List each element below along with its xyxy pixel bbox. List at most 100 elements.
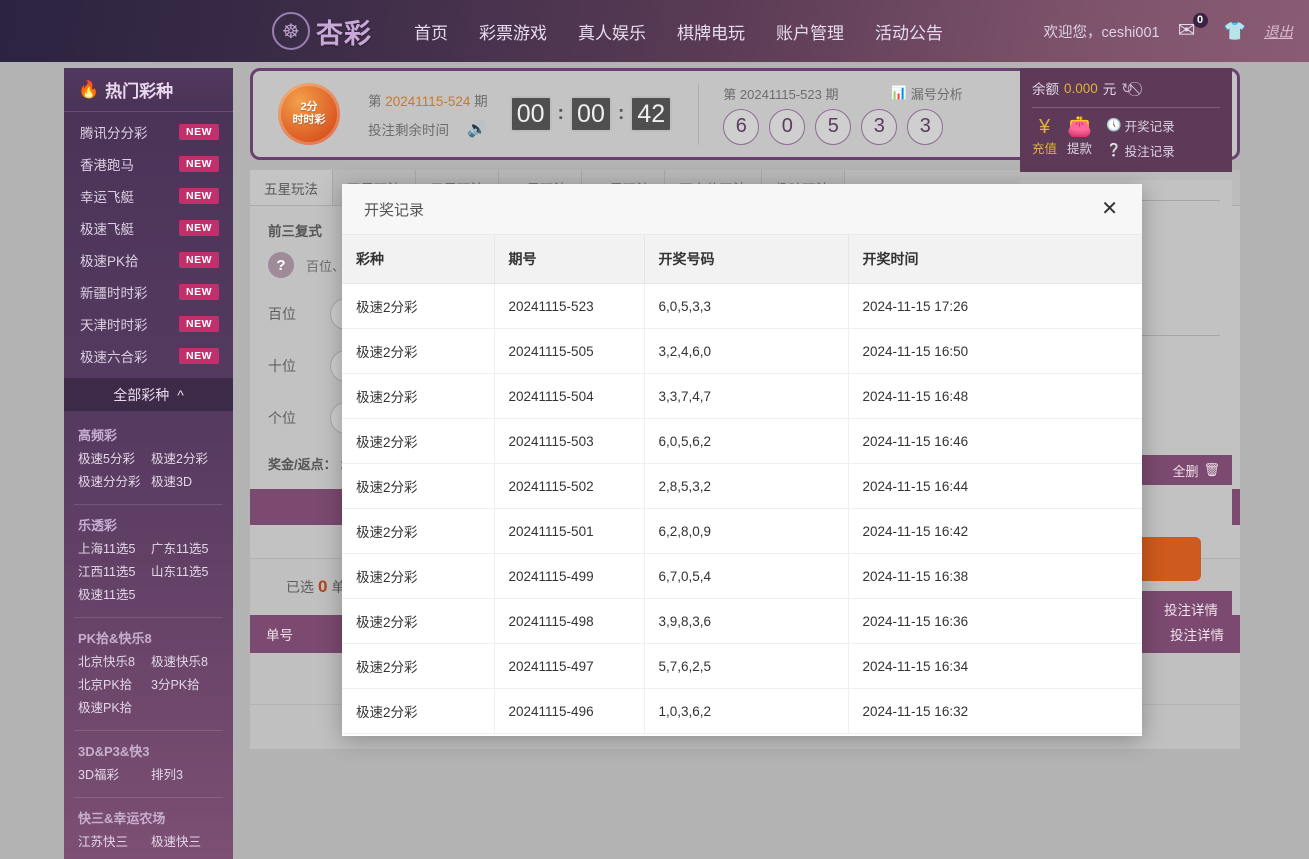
table-row: 极速2分彩 20241115-505 3,2,4,6,0 2024-11-15 … xyxy=(342,329,1142,374)
records-col-detail[interactable]: 投注详情 xyxy=(1170,624,1224,644)
cell-lottery-type: 极速2分彩 xyxy=(342,644,494,689)
nav-item-account[interactable]: 账户管理 xyxy=(776,19,844,44)
cat-link[interactable]: 排列3 xyxy=(151,764,224,787)
divider xyxy=(74,504,223,505)
cell-numbers: 1,0,3,6,2 xyxy=(644,689,848,734)
table-row: 极速2分彩 20241115-504 3,3,7,4,7 2024-11-15 … xyxy=(342,374,1142,419)
cell-numbers: 6,7,0,5,4 xyxy=(644,554,848,599)
close-icon[interactable]: ✕ xyxy=(1095,195,1124,223)
cell-numbers: 6,2,8,0,9 xyxy=(644,509,848,554)
balance-links: 🕔 开奖记录 ❔ 投注记录 xyxy=(1106,116,1175,160)
cat-link[interactable]: 山东11选5 xyxy=(151,561,224,584)
cell-lottery-type: 极速2分彩 xyxy=(342,374,494,419)
sidebar-item-speedairship[interactable]: 极速飞艇 NEW xyxy=(64,212,233,244)
divider xyxy=(1032,107,1220,108)
nav-item-lottery-games[interactable]: 彩票游戏 xyxy=(479,19,547,44)
sidebar-item-luckyairship[interactable]: 幸运飞艇 NEW xyxy=(64,180,233,212)
site-logo[interactable]: ☸ 杏彩 xyxy=(272,12,372,51)
cat-link[interactable]: 极速5分彩 xyxy=(78,448,151,471)
sidebar-item-label: 新疆时时彩 xyxy=(80,282,148,302)
cat-link[interactable]: 极速11选5 xyxy=(78,584,151,607)
recharge-button[interactable]: ¥ 充值 xyxy=(1032,116,1057,158)
cat-link[interactable]: 江苏快三 xyxy=(78,831,151,854)
cat-link[interactable]: 极速3D xyxy=(151,471,224,494)
mail-count-badge: 0 xyxy=(1193,13,1208,28)
draw-record-link[interactable]: 🕔 开奖记录 xyxy=(1106,116,1175,135)
missing-analysis-link[interactable]: 📊 漏号分析 xyxy=(891,84,963,103)
cell-issue: 20241115-496 xyxy=(494,689,644,734)
remaining-label: 投注剩余时间 xyxy=(368,119,449,139)
countdown-hours: 00 xyxy=(510,96,552,132)
draw-ball: 6 xyxy=(723,109,759,145)
cat-link[interactable]: 北京快乐8 xyxy=(78,651,151,674)
tshirt-icon[interactable]: 👕 xyxy=(1224,21,1246,42)
all-categories-label: 全部彩种 xyxy=(113,385,169,405)
cell-lottery-type: 极速2分彩 xyxy=(342,554,494,599)
top-header: ☸ 杏彩 首页 彩票游戏 真人娱乐 棋牌电玩 账户管理 活动公告 欢迎您，ces… xyxy=(0,0,1309,62)
cell-time: 2024-11-15 16:36 xyxy=(848,599,1142,644)
delete-all-label: 全删 xyxy=(1172,461,1198,480)
balance-card: 余额 0.000 元 ↻ ⃠ ¥ 充值 👛 提款 🕔 xyxy=(1020,68,1232,172)
question-circle-icon: ❔ xyxy=(1106,143,1122,158)
welcome-text: 欢迎您，ceshi001 xyxy=(1044,21,1160,42)
cat-link[interactable]: 北京PK拾 xyxy=(78,674,151,697)
sidebar-item-label: 香港跑马 xyxy=(80,154,134,174)
cell-numbers: 6,0,5,6,2 xyxy=(644,419,848,464)
cat-link[interactable]: 上海11选5 xyxy=(78,538,151,561)
col-issue: 期号 xyxy=(494,235,644,284)
nav-item-live-casino[interactable]: 真人娱乐 xyxy=(578,19,646,44)
cat-link[interactable]: 极速分分彩 xyxy=(78,471,151,494)
nav-item-announcements[interactable]: 活动公告 xyxy=(875,19,943,44)
sidebar-item-hkrace[interactable]: 香港跑马 NEW xyxy=(64,148,233,180)
coin-line2: 时时彩 xyxy=(293,114,326,127)
divider xyxy=(74,797,223,798)
help-icon[interactable]: ? xyxy=(268,252,294,278)
category-title: 高频彩 xyxy=(64,421,233,448)
new-badge: NEW xyxy=(179,188,219,204)
cell-numbers: 3,3,7,4,7 xyxy=(644,374,848,419)
withdraw-button[interactable]: 👛 提款 xyxy=(1067,116,1092,158)
mail-button[interactable]: ✉ 0 xyxy=(1178,20,1206,42)
sidebar-item-speedpk10[interactable]: 极速PK拾 NEW xyxy=(64,244,233,276)
draw-record-modal: 开奖记录 ✕ 彩种 期号 开奖号码 开奖时间 极速2分彩 20241115-52… xyxy=(342,184,1142,736)
cell-numbers: 6,0,5,3,3 xyxy=(644,284,848,329)
nav-item-chess-games[interactable]: 棋牌电玩 xyxy=(677,19,745,44)
prev-prefix: 第 xyxy=(723,87,736,102)
sidebar-item-speedmark6[interactable]: 极速六合彩 NEW xyxy=(64,340,233,372)
tab-five-star[interactable]: 五星玩法 xyxy=(250,170,333,205)
cat-link[interactable]: 极速快三 xyxy=(151,831,224,854)
draw-record-table: 彩种 期号 开奖号码 开奖时间 极速2分彩 20241115-523 6,0,5… xyxy=(342,235,1142,734)
sidebar: 🔥 热门彩种 腾讯分分彩 NEW 香港跑马 NEW 幸运飞艇 NEW 极速飞艇 … xyxy=(64,68,233,859)
sidebar-item-tencent[interactable]: 腾讯分分彩 NEW xyxy=(64,116,233,148)
cat-link[interactable]: 极速PK拾 xyxy=(78,697,151,720)
table-row: 极速2分彩 20241115-499 6,7,0,5,4 2024-11-15 … xyxy=(342,554,1142,599)
divider xyxy=(74,730,223,731)
sidebar-item-tianjin[interactable]: 天津时时彩 NEW xyxy=(64,308,233,340)
all-categories-toggle[interactable]: 全部彩种 ^ xyxy=(64,378,233,411)
speaker-icon[interactable]: 🔊 xyxy=(467,119,487,139)
nav-item-home[interactable]: 首页 xyxy=(414,19,448,44)
cell-time: 2024-11-15 16:42 xyxy=(848,509,1142,554)
refresh-icon[interactable]: ↻ xyxy=(1121,80,1133,97)
draw-ball: 3 xyxy=(861,109,897,145)
cell-issue: 20241115-499 xyxy=(494,554,644,599)
cat-link[interactable]: 极速2分彩 xyxy=(151,448,224,471)
cat-link[interactable]: 江西11选5 xyxy=(78,561,151,584)
cat-link[interactable]: 3D福彩 xyxy=(78,764,151,787)
cat-link[interactable]: 3分PK拾 xyxy=(151,674,224,697)
logout-link[interactable]: 退出 xyxy=(1264,21,1293,42)
cell-lottery-type: 极速2分彩 xyxy=(342,599,494,644)
bar-chart-icon: 📊 xyxy=(891,85,907,101)
cat-link[interactable]: 广东11选5 xyxy=(151,538,224,561)
category-group-3d: 3D&P3&快3 3D福彩 排列3 xyxy=(64,735,233,793)
new-badge: NEW xyxy=(179,284,219,300)
subtab-front3-compound[interactable]: 前三复式 xyxy=(268,220,322,240)
sidebar-item-xinjiang[interactable]: 新疆时时彩 NEW xyxy=(64,276,233,308)
issue-prefix: 第 xyxy=(368,94,382,109)
bet-record-link[interactable]: ❔ 投注记录 xyxy=(1106,141,1175,160)
lottery-coin-logo: 2分 时时彩 xyxy=(278,83,340,145)
sidebar-hot-header: 🔥 热门彩种 xyxy=(64,68,233,112)
new-badge: NEW xyxy=(179,220,219,236)
cat-link[interactable]: 极速快乐8 xyxy=(151,651,224,674)
draw-record-label: 开奖记录 xyxy=(1125,116,1175,135)
